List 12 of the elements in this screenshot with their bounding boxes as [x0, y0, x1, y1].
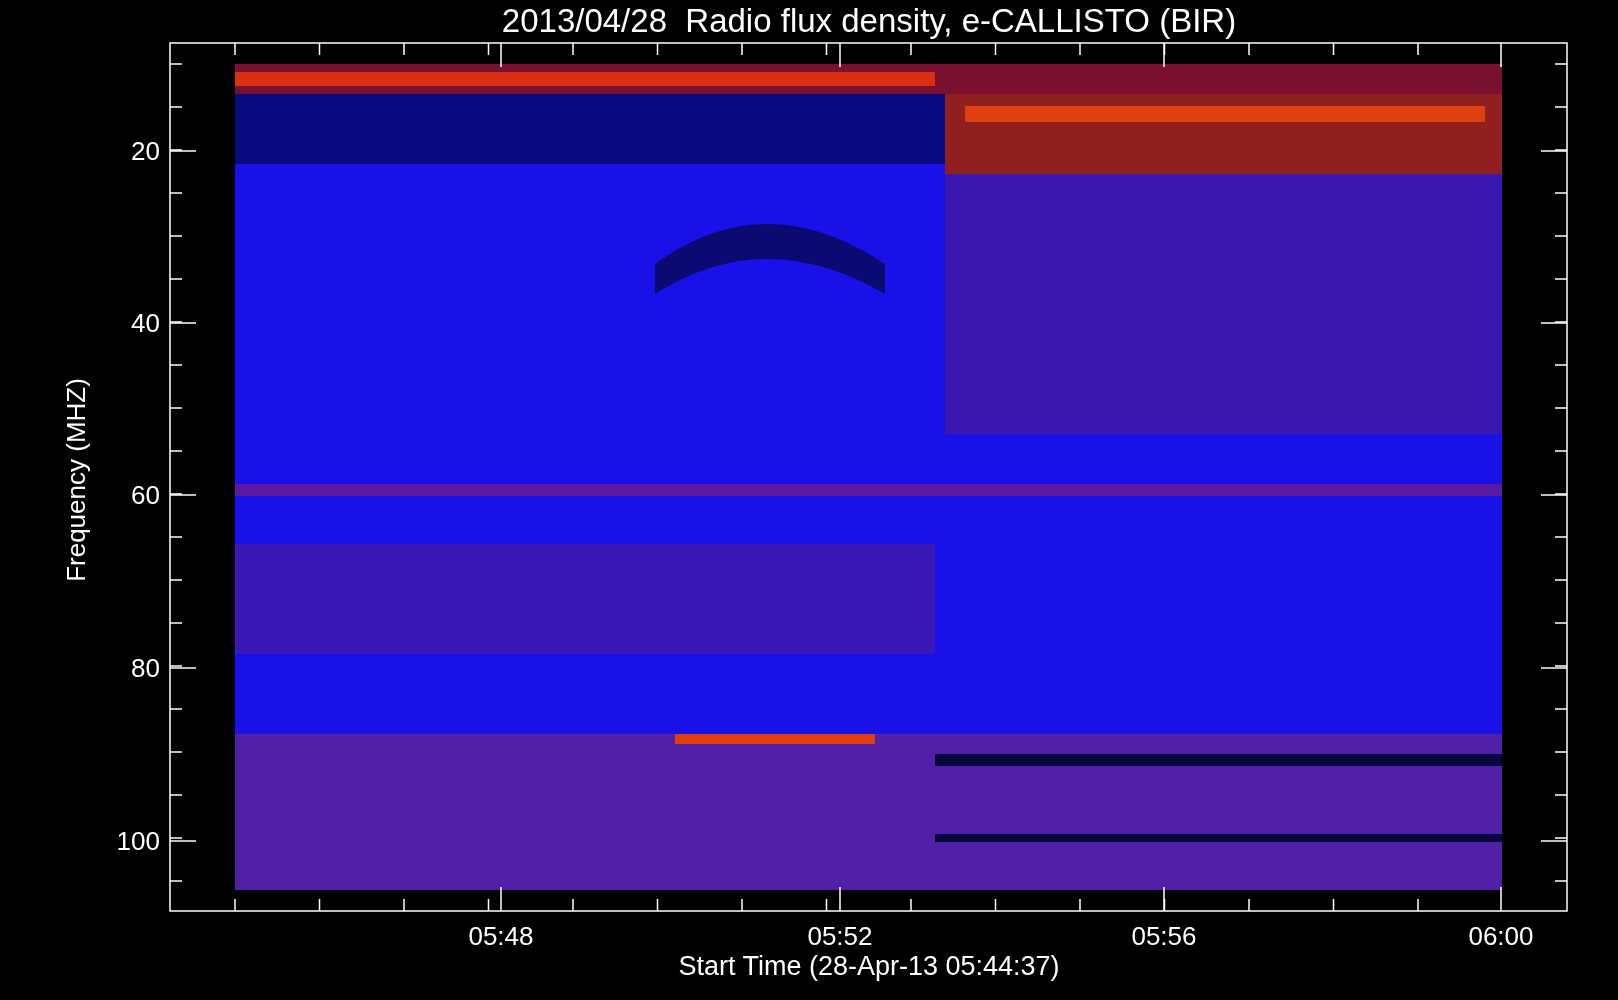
x-tick-label: 05:48 [468, 921, 534, 951]
x-axis-label: Start Time (28-Apr-13 05:44:37) [678, 951, 1060, 981]
x-tick-label: 05:56 [1131, 921, 1197, 951]
y-tick-label: 100 [116, 826, 160, 856]
y-tick-label: 20 [131, 136, 160, 166]
y-axis-label: Frequency (MHZ) [61, 378, 91, 582]
y-tick-label: 40 [131, 308, 160, 338]
y-tick-label: 80 [131, 653, 160, 683]
y-tick-label: 60 [131, 480, 160, 510]
x-tick-label: 06:00 [1468, 921, 1534, 951]
x-tick-label: 05:52 [807, 921, 873, 951]
chart-title: 2013/04/28 Radio flux density, e-CALLISTO (BIR) [501, 2, 1237, 39]
